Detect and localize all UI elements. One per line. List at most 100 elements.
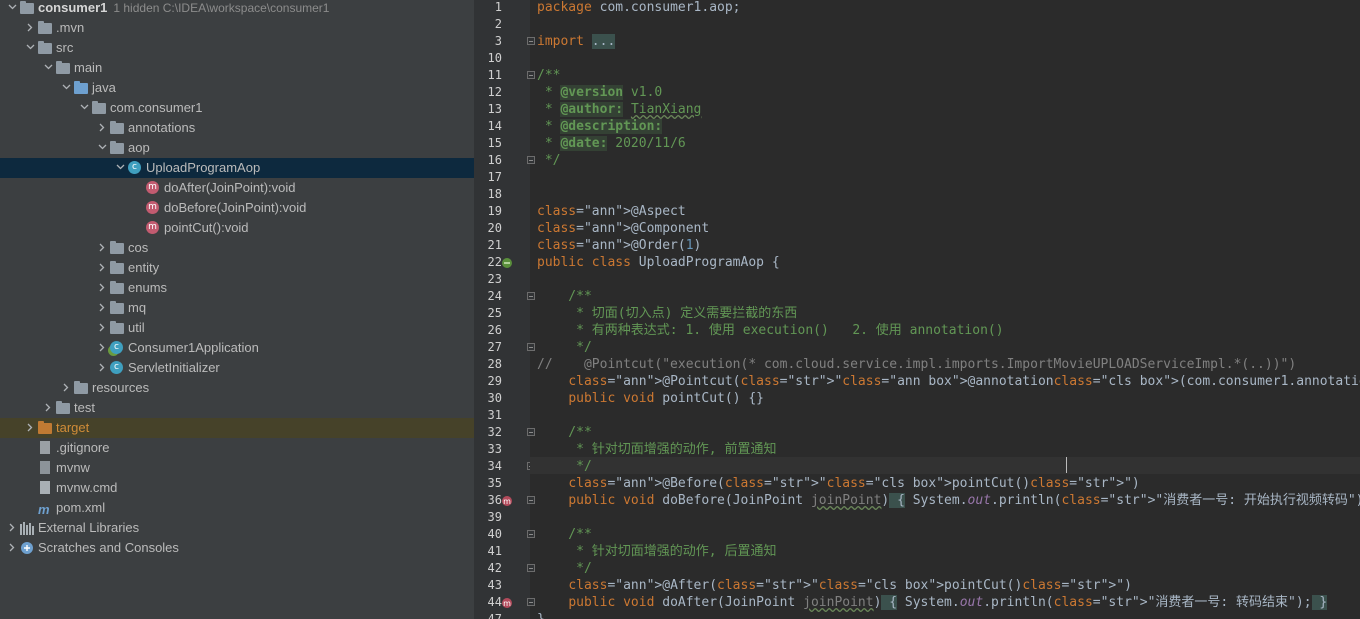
chevron-right-icon[interactable] xyxy=(96,318,108,338)
line-number: 32 xyxy=(487,425,502,439)
tree-item[interactable]: entity xyxy=(0,258,474,278)
chevron-right-icon[interactable] xyxy=(24,18,36,38)
tree-item[interactable]: enums xyxy=(0,278,474,298)
tree-item[interactable]: aop xyxy=(0,138,474,158)
tree-item[interactable]: main xyxy=(0,58,474,78)
tree-item[interactable]: com.consumer1 xyxy=(0,98,474,118)
code-line[interactable]: class="ann">@Order(1) xyxy=(537,237,701,254)
code-line[interactable]: */ xyxy=(537,152,561,169)
tree-item[interactable]: .mvn xyxy=(0,18,474,38)
chevron-down-icon[interactable] xyxy=(114,158,126,178)
fold-toggle-icon[interactable] xyxy=(527,496,535,504)
chevron-down-icon[interactable] xyxy=(96,138,108,158)
code-line[interactable]: * @description: xyxy=(537,118,663,135)
chevron-right-icon[interactable] xyxy=(6,518,18,538)
chevron-right-icon[interactable] xyxy=(60,378,72,398)
project-tree-panel[interactable]: consumer1 1 hidden C:\IDEA\workspace\cons… xyxy=(0,0,474,619)
code-line[interactable]: public class UploadProgramAop { xyxy=(537,254,780,271)
tree-item[interactable]: m doBefore(JoinPoint):void xyxy=(0,198,474,218)
code-line[interactable]: /** xyxy=(537,288,592,305)
code-editor[interactable]: 1 2 3 10 11 12 13 14 15 16 17 18 19 20 21 22 23 24 25 26 27 2… xyxy=(474,0,1360,619)
tree-item[interactable]: java xyxy=(0,78,474,98)
fold-toggle-icon[interactable] xyxy=(527,564,535,572)
tree-item[interactable]: External Libraries xyxy=(0,518,474,538)
tree-item[interactable]: target xyxy=(0,418,474,438)
code-line[interactable]: * @version v1.0 xyxy=(537,84,662,101)
code-line[interactable]: public void pointCut() {} xyxy=(537,390,764,407)
chevron-right-icon[interactable] xyxy=(96,338,108,358)
chevron-right-icon[interactable] xyxy=(42,398,54,418)
chevron-right-icon[interactable] xyxy=(96,298,108,318)
tree-item[interactable]: mvnw.cmd xyxy=(0,478,474,498)
fold-toggle-icon[interactable] xyxy=(527,428,535,436)
tree-item[interactable]: cos xyxy=(0,238,474,258)
code-line[interactable]: * 针对切面增强的动作, 前置通知 xyxy=(537,441,776,458)
tree-item[interactable]: consumer1 1 hidden C:\IDEA\workspace\cons… xyxy=(0,0,474,18)
chevron-right-icon[interactable] xyxy=(96,278,108,298)
code-line[interactable]: /** xyxy=(537,526,592,543)
tree-item[interactable]: src xyxy=(0,38,474,58)
fold-toggle-icon[interactable] xyxy=(527,37,535,45)
fold-toggle-icon[interactable] xyxy=(527,530,535,538)
chevron-down-icon[interactable] xyxy=(42,58,54,78)
tree-item[interactable]: m pom.xml xyxy=(0,498,474,518)
editor-gutter[interactable]: 1 2 3 10 11 12 13 14 15 16 17 18 19 20 21 22 23 24 25 26 27 2… xyxy=(474,0,535,619)
fold-toggle-icon[interactable] xyxy=(527,292,535,300)
chevron-right-icon[interactable] xyxy=(96,238,108,258)
tree-item[interactable]: Scratches and Consoles xyxy=(0,538,474,558)
tree-item[interactable]: test xyxy=(0,398,474,418)
tree-item[interactable]: .gitignore xyxy=(0,438,474,458)
code-line[interactable]: /** xyxy=(537,424,592,441)
code-line[interactable]: public void doAfter(JoinPoint joinPoint)… xyxy=(537,594,1328,611)
code-line[interactable]: */ xyxy=(537,560,592,577)
tree-item[interactable]: m doAfter(JoinPoint):void xyxy=(0,178,474,198)
chevron-right-icon[interactable] xyxy=(6,538,18,558)
chevron-down-icon[interactable] xyxy=(6,0,18,18)
fold-toggle-icon[interactable] xyxy=(527,156,535,164)
code-line[interactable]: */ xyxy=(537,458,592,475)
code-line[interactable]: * 切面(切入点) 定义需要拦截的东西 xyxy=(537,305,797,322)
line-number: 3 xyxy=(494,34,502,48)
tree-item[interactable]: c UploadProgramAop xyxy=(0,158,474,178)
advice-gutter-icon[interactable]: m xyxy=(501,494,513,506)
chevron-down-icon[interactable] xyxy=(24,38,36,58)
code-line[interactable]: class="ann">@Before(class="str">"class="… xyxy=(537,475,1139,492)
chevron-right-icon[interactable] xyxy=(96,118,108,138)
tree-item[interactable]: c ServletInitializer xyxy=(0,358,474,378)
code-line[interactable]: class="ann">@Aspect xyxy=(537,203,686,220)
code-line[interactable]: // @Pointcut("execution(* com.cloud.serv… xyxy=(537,356,1296,373)
advice-gutter-icon[interactable]: m xyxy=(501,596,513,608)
tree-item[interactable]: mvnw xyxy=(0,458,474,478)
tree-item[interactable]: resources xyxy=(0,378,474,398)
chevron-right-icon[interactable] xyxy=(96,258,108,278)
fold-toggle-icon[interactable] xyxy=(527,598,535,606)
code-line[interactable]: /** xyxy=(537,67,560,84)
script-file-icon xyxy=(38,461,52,475)
fold-toggle-icon[interactable] xyxy=(527,343,535,351)
package-icon xyxy=(110,301,124,315)
code-line[interactable]: * 针对切面增强的动作, 后置通知 xyxy=(537,543,776,560)
tree-item[interactable]: c Consumer1Application xyxy=(0,338,474,358)
code-line[interactable]: class="ann">@Pointcut(class="str">"class… xyxy=(537,373,1360,390)
code-line[interactable]: } xyxy=(537,611,545,619)
tree-item[interactable]: m pointCut():void xyxy=(0,218,474,238)
code-line[interactable]: class="ann">@After(class="str">"class="c… xyxy=(537,577,1132,594)
code-line[interactable]: * @author: TianXiang xyxy=(537,101,701,118)
code-line[interactable]: * 有两种表达式: 1. 使用 execution() 2. 使用 annota… xyxy=(537,322,1003,339)
chevron-down-icon[interactable] xyxy=(78,98,90,118)
aspect-gutter-icon[interactable] xyxy=(501,256,513,268)
code-line[interactable]: package com.consumer1.aop; xyxy=(537,0,741,16)
chevron-right-icon[interactable] xyxy=(96,358,108,378)
code-line[interactable]: * @date: 2020/11/6 xyxy=(537,135,686,152)
chevron-down-icon[interactable] xyxy=(60,78,72,98)
fold-toggle-icon[interactable] xyxy=(527,71,535,79)
tree-item[interactable]: mq xyxy=(0,298,474,318)
code-line[interactable]: public void doBefore(JoinPoint joinPoint… xyxy=(537,492,1360,509)
tree-item[interactable]: annotations xyxy=(0,118,474,138)
tree-item[interactable]: util xyxy=(0,318,474,338)
code-line[interactable]: import ... xyxy=(537,33,616,50)
code-line[interactable]: class="ann">@Component xyxy=(537,220,709,237)
method-icon: m xyxy=(146,181,160,195)
code-line[interactable]: */ xyxy=(537,339,592,356)
chevron-right-icon[interactable] xyxy=(24,418,36,438)
